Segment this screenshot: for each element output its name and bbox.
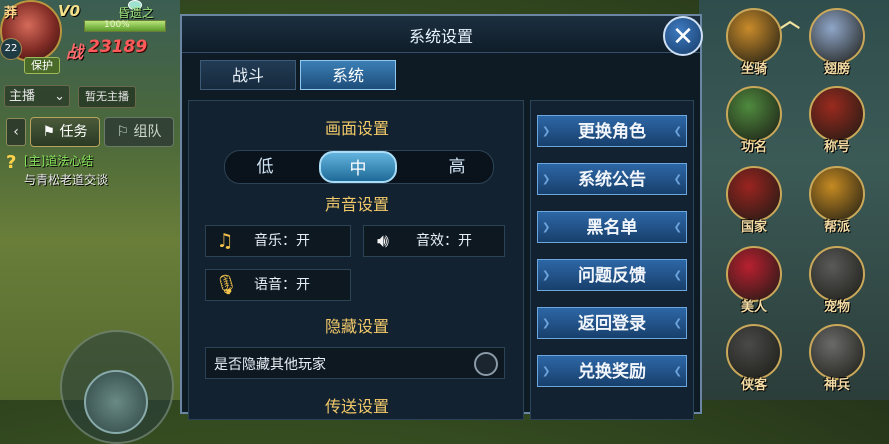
pet-icon[interactable] [809, 246, 865, 302]
quest-description[interactable]: 与青松老道交谈 [24, 171, 108, 188]
microphone-icon: 🎙︎ [214, 274, 239, 296]
mount-icon[interactable] [726, 8, 782, 64]
hp-percent: 100% [104, 20, 130, 30]
hide-players-label: 是否隐藏其他玩家 [214, 357, 326, 373]
mount-label: 坐骑 [740, 62, 767, 77]
quest-tab-label: 任务 [59, 124, 88, 140]
hide-players-row[interactable]: 是否隐藏其他玩家 [205, 347, 505, 379]
weapon-label: 神兵 [823, 378, 850, 393]
return-login-button[interactable]: 返回登录 [537, 307, 687, 340]
hide-players-toggle[interactable] [474, 352, 498, 376]
quality-low-option[interactable]: 低 [225, 151, 305, 183]
status-text: 昏遗之 [118, 6, 155, 20]
beauty-icon[interactable] [726, 246, 782, 302]
wings-label: 翅膀 [823, 62, 850, 77]
knight-icon[interactable] [726, 324, 782, 380]
quality-high-option[interactable]: 高 [417, 151, 497, 183]
faction-icon[interactable] [809, 166, 865, 222]
merit-label: 功名 [740, 140, 767, 155]
voice-toggle[interactable]: 🎙︎ 语音：开 [205, 269, 351, 301]
graphics-section-title: 画面设置 [324, 119, 389, 138]
pet-label: 宠物 [823, 300, 850, 315]
flag-icon: ⚑ [42, 124, 60, 140]
blacklist-button[interactable]: 黑名单 [537, 211, 687, 244]
collapse-menu-up-icon[interactable]: ︿ [780, 4, 800, 33]
team-flag-icon: ⚐ [116, 124, 134, 140]
beauty-label: 美人 [740, 300, 767, 315]
close-icon[interactable]: ✕ [663, 16, 703, 56]
chevron-down-icon: ⌄ [54, 89, 65, 104]
protect-badge[interactable]: 保护 [24, 57, 60, 74]
player-name: 莽 [4, 6, 18, 21]
music-label: 音乐：开 [254, 233, 310, 249]
knight-label: 侠客 [740, 378, 767, 393]
vip-level[interactable]: V0 [58, 2, 80, 20]
wings-icon[interactable] [809, 8, 865, 64]
team-tab[interactable]: ⚐ 组队 [104, 117, 174, 147]
dialog-header: 系统设置 [182, 16, 700, 53]
hide-section-title: 隐藏设置 [324, 317, 389, 336]
title-icon[interactable] [809, 86, 865, 142]
merit-icon[interactable] [726, 86, 782, 142]
settings-panel: 画面设置 低 中 高 声音设置 ♫ 音乐：开 🔊︎ 音效：开 🎙︎ 语音：开 隐… [188, 100, 524, 420]
no-anchor-button[interactable]: 暂无主播 [78, 86, 136, 108]
system-settings-dialog: 系统设置 战斗 系统 画面设置 低 中 高 声音设置 ♫ 音乐：开 🔊︎ 音效：… [180, 14, 702, 420]
quest-mark-icon: ? [6, 152, 17, 173]
quality-mid-option[interactable]: 中 [319, 151, 397, 183]
weapon-icon[interactable] [809, 324, 865, 380]
teleport-section-title: 传送设置 [324, 397, 389, 416]
team-tab-label: 组队 [133, 124, 162, 140]
menu-panel: 更换角色 系统公告 黑名单 问题反馈 返回登录 兑换奖励 [530, 100, 694, 420]
sfx-label: 音效：开 [416, 233, 472, 249]
system-notice-button[interactable]: 系统公告 [537, 163, 687, 196]
power-prefix: 战 [66, 43, 83, 63]
music-toggle[interactable]: ♫ 音乐：开 [205, 225, 351, 257]
anchor-dropdown-label: 主播 [9, 89, 36, 104]
faction-label: 帮派 [823, 220, 850, 235]
voice-label: 语音：开 [254, 277, 310, 293]
music-note-icon: ♫ [216, 230, 234, 252]
quality-selector[interactable]: 低 中 高 [224, 150, 494, 184]
player-level-badge: 22 [0, 38, 22, 60]
tab-battle[interactable]: 战斗 [200, 60, 296, 90]
quest-tab[interactable]: ⚑ 任务 [30, 117, 100, 147]
combat-power: 23189 [88, 37, 148, 57]
feedback-button[interactable]: 问题反馈 [537, 259, 687, 292]
title-label: 称号 [823, 140, 850, 155]
collapse-tracker-button[interactable]: ‹ [6, 118, 26, 146]
change-character-button[interactable]: 更换角色 [537, 115, 687, 148]
nation-icon[interactable] [726, 166, 782, 222]
sfx-toggle[interactable]: 🔊︎ 音效：开 [363, 225, 505, 257]
nation-label: 国家 [740, 220, 767, 235]
dialog-title: 系统设置 [408, 27, 473, 46]
tab-system[interactable]: 系统 [300, 60, 396, 90]
speaker-icon: 🔊︎ [377, 230, 389, 252]
joystick-knob[interactable] [84, 370, 148, 434]
redeem-reward-button[interactable]: 兑换奖励 [537, 355, 687, 388]
anchor-dropdown[interactable]: 主播 ⌄ [4, 85, 70, 107]
quest-title[interactable]: [主]道法心结 [24, 152, 93, 169]
sound-section-title: 声音设置 [324, 195, 389, 214]
